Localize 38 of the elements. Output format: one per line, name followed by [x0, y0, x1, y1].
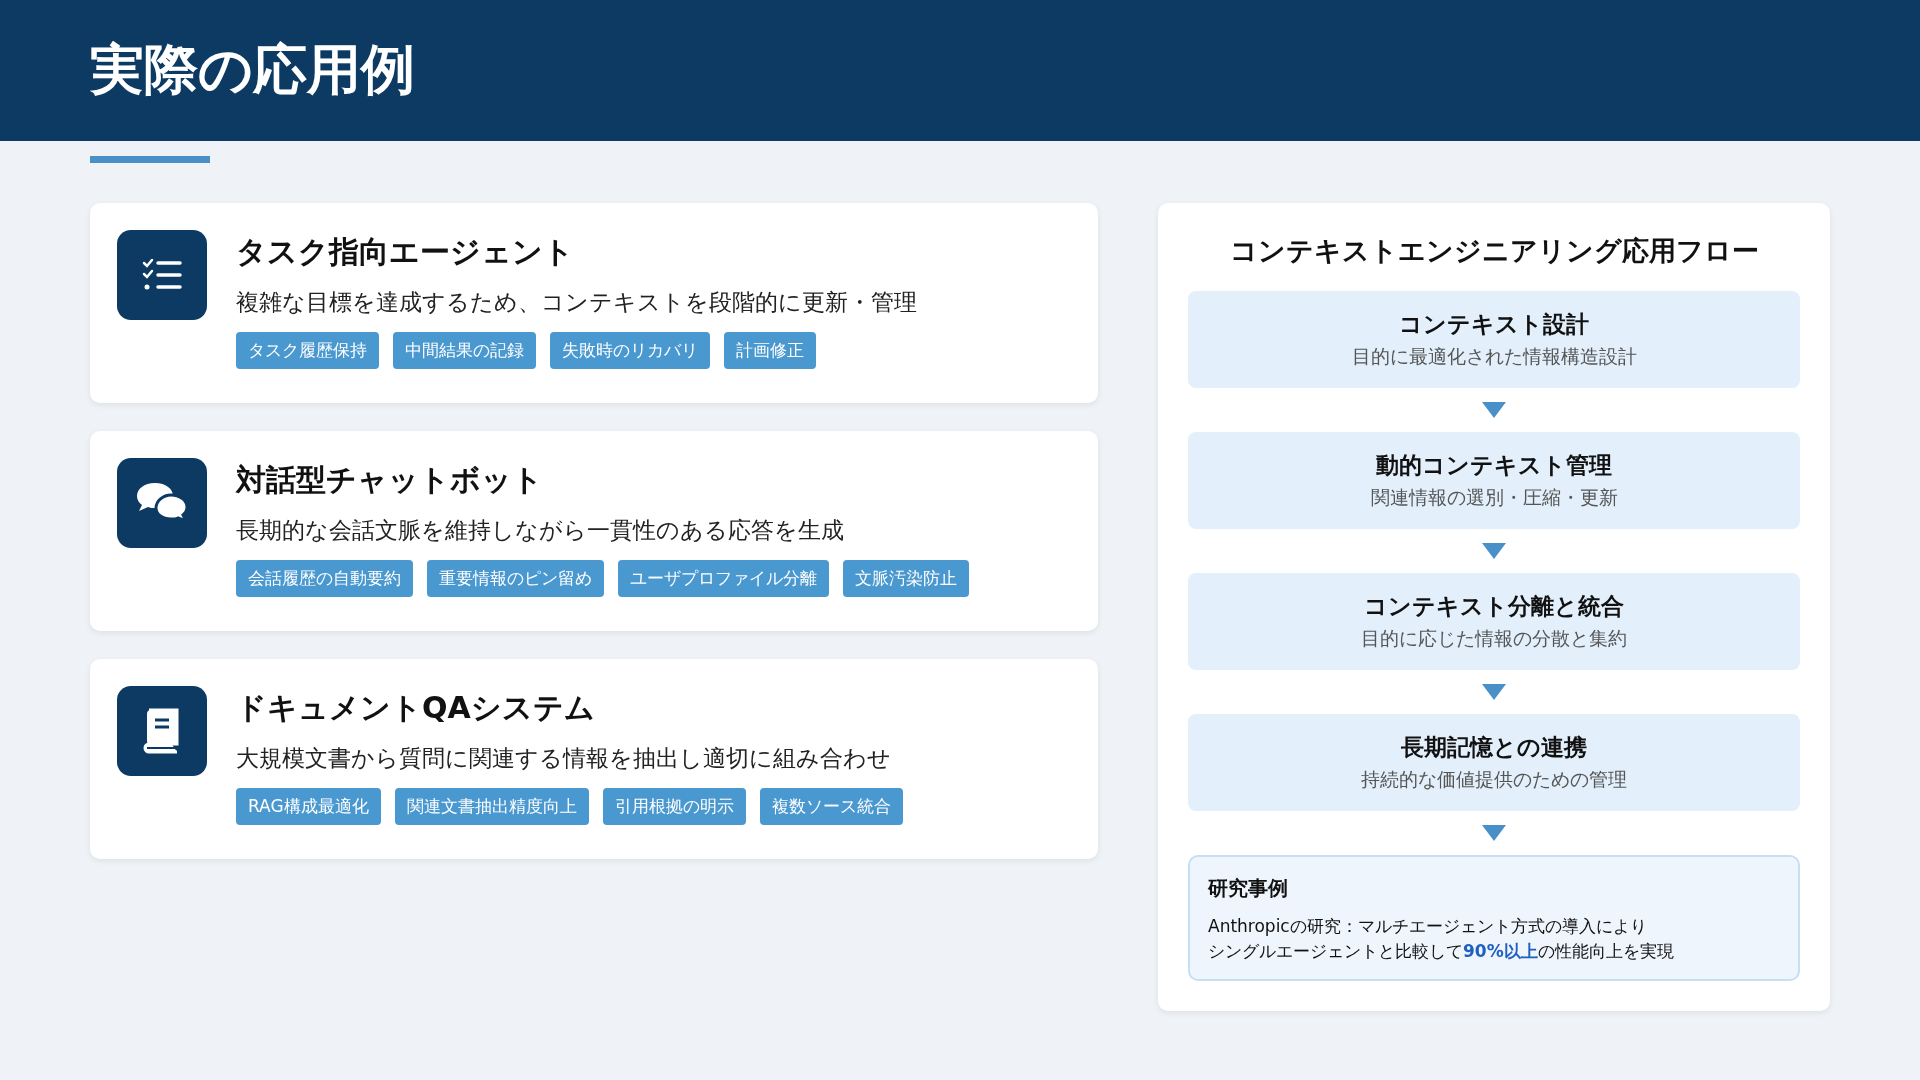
feature-tag: 引用根拠の明示 — [602, 788, 746, 825]
feature-tag: 複数ソース統合 — [759, 788, 903, 825]
step-subtitle: 目的に最適化された情報構造設計 — [1351, 344, 1637, 369]
feature-tag: タスク履歴保持 — [236, 332, 379, 369]
card-title: タスク指向エージェント — [236, 233, 575, 271]
step-subtitle: 目的に応じた情報の分散と集約 — [1361, 626, 1627, 651]
down-triangle-icon — [1482, 402, 1506, 418]
card-description: 大規模文書から質問に関連する情報を抽出し適切に組み合わせ — [236, 744, 892, 773]
feature-tag: 文脈汚染防止 — [843, 560, 969, 597]
case-text: Anthropicの研究：マルチエージェント方式の導入により — [1208, 915, 1648, 938]
feature-tag: RAG構成最適化 — [236, 788, 381, 825]
feature-tag: 会話履歴の自動要約 — [236, 560, 413, 597]
down-triangle-icon — [1482, 543, 1506, 559]
step-title: 動的コンテキスト管理 — [1376, 451, 1612, 480]
book-icon — [117, 686, 207, 776]
step-subtitle: 持続的な価値提供のための管理 — [1361, 767, 1627, 792]
step-subtitle: 関連情報の選別・圧縮・更新 — [1370, 485, 1618, 510]
card-title: ドキュメントQAシステム — [236, 689, 596, 727]
case-text: シングルエージェントと比較して90%以上の性能向上を実現 — [1208, 939, 1675, 963]
feature-tag: 計画修正 — [724, 332, 816, 369]
feature-tag: 重要情報のピン留め — [427, 560, 604, 597]
card-title: 対話型チャットボット — [236, 461, 544, 499]
flow-title: コンテキストエンジニアリング応用フロー — [1229, 234, 1759, 268]
card-description: 長期的な会話文脈を維持しながら一貫性のある応答を生成 — [236, 516, 845, 545]
step-title: 長期記憶との連携 — [1401, 733, 1587, 762]
feature-tag: 関連文書抽出精度向上 — [394, 788, 589, 825]
down-triangle-icon — [1482, 825, 1506, 841]
card-description: 複雑な目標を達成するため、コンテキストを段階的に更新・管理 — [236, 288, 917, 317]
case-title: 研究事例 — [1208, 875, 1289, 902]
chat-bubbles-icon — [117, 458, 207, 548]
feature-tag: 失敗時のリカバリ — [550, 332, 710, 369]
step-title: コンテキスト分離と統合 — [1364, 592, 1624, 621]
page-title: 実際の応用例 — [90, 37, 415, 103]
down-triangle-icon — [1482, 684, 1506, 700]
checklist-icon — [117, 230, 207, 320]
feature-tag: 中間結果の記録 — [393, 332, 536, 369]
step-title: コンテキスト設計 — [1399, 310, 1589, 339]
feature-tag: ユーザプロファイル分離 — [618, 560, 829, 597]
